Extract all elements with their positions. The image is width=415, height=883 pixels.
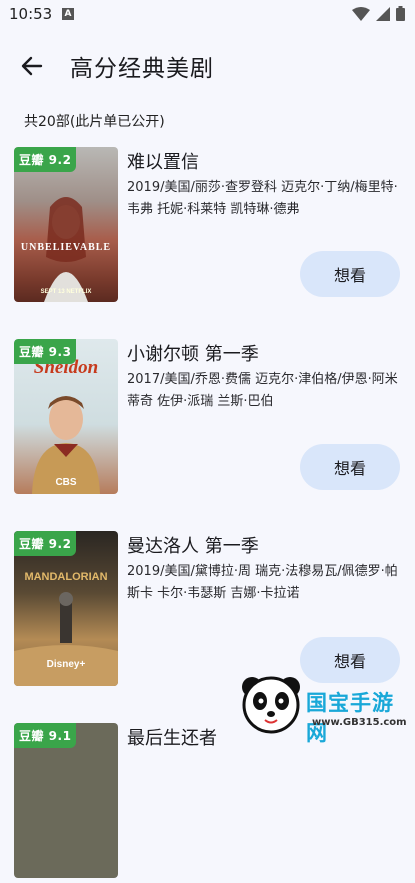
- item-title[interactable]: 小谢尔顿 第一季: [127, 340, 259, 366]
- item-meta: 2019/美国/黛博拉·周 瑞克·法穆易瓦/佩德罗·帕斯卡 卡尔·韦瑟斯 吉娜·…: [127, 564, 398, 601]
- poster-footer: CBS: [55, 477, 77, 488]
- wifi-icon: [352, 6, 370, 21]
- watermark-logo: 国宝手游网 www.GB315.com: [238, 667, 415, 745]
- rating-badge: 豆瓣 9.2: [14, 531, 77, 556]
- status-time: 10:53: [9, 5, 53, 23]
- poster-image[interactable]: 豆瓣 9.1: [14, 723, 118, 878]
- status-icons: [352, 6, 405, 21]
- poster-image[interactable]: Sheldon CBS 豆瓣 9.3: [14, 339, 118, 494]
- app-bar: 高分经典美剧: [0, 36, 415, 96]
- status-bar: 10:53 A: [0, 0, 415, 30]
- list-item[interactable]: UNBELIEVABLE SEPT 13 NETFLIX 豆瓣 9.2 难以置信…: [14, 147, 404, 307]
- item-title[interactable]: 曼达洛人 第一季: [127, 532, 259, 558]
- watermark-url: www.GB315.com: [312, 717, 407, 728]
- list-item[interactable]: Sheldon CBS 豆瓣 9.3 小谢尔顿 第一季 2017/美国/乔恩·费…: [14, 339, 404, 499]
- back-arrow-icon: [21, 56, 43, 76]
- rating-badge: 豆瓣 9.3: [14, 339, 77, 364]
- list-summary: 共20部(此片单已公开): [24, 114, 165, 130]
- item-meta: 2017/美国/乔恩·费儒 迈克尔·津伯格/伊恩·阿米蒂奇 佐伊·派瑞 兰斯·巴…: [127, 372, 398, 409]
- item-title[interactable]: 最后生还者: [127, 724, 217, 750]
- list-item[interactable]: 豆瓣 9.1 最后生还者: [14, 723, 404, 883]
- want-to-watch-button[interactable]: 想看: [300, 251, 400, 297]
- item-title[interactable]: 难以置信: [127, 148, 199, 174]
- page-title: 高分经典美剧: [70, 56, 214, 82]
- item-meta: 2019/美国/丽莎·查罗登科 迈克尔·丁纳/梅里特·韦弗 托妮·科莱特 凯特琳…: [127, 180, 398, 217]
- signal-icon: [376, 6, 390, 21]
- rating-badge: 豆瓣 9.1: [14, 723, 77, 748]
- poster-footer: Disney+: [46, 659, 86, 670]
- poster-image[interactable]: MANDALORIAN Disney+ 豆瓣 9.2: [14, 531, 118, 686]
- notification-a-icon: A: [62, 8, 74, 20]
- poster-title: UNBELIEVABLE: [20, 242, 112, 253]
- want-to-watch-button[interactable]: 想看: [300, 444, 400, 490]
- poster-footer: SEPT 13 NETFLIX: [40, 289, 92, 295]
- battery-icon: [396, 6, 405, 21]
- rating-badge: 豆瓣 9.2: [14, 147, 77, 172]
- back-button[interactable]: [16, 50, 48, 82]
- poster-image[interactable]: UNBELIEVABLE SEPT 13 NETFLIX 豆瓣 9.2: [14, 147, 118, 302]
